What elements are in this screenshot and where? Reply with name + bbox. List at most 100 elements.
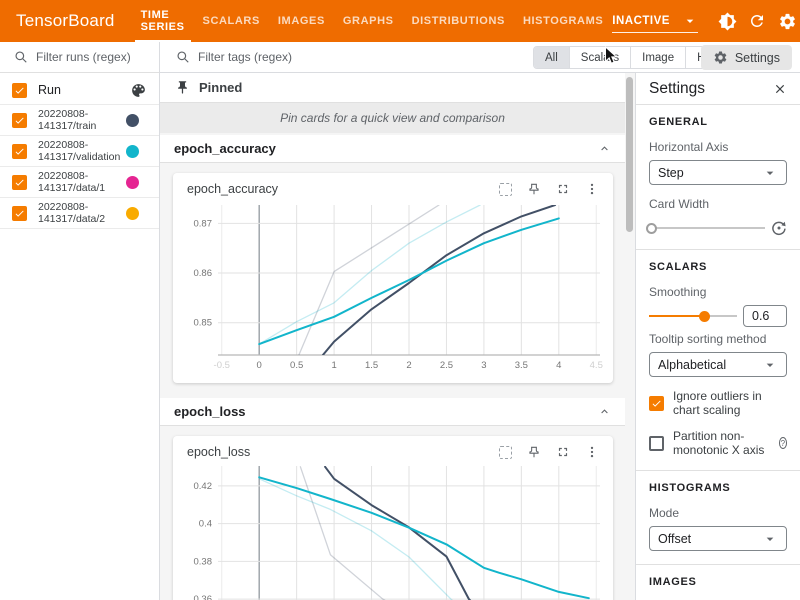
card-width-slider[interactable]	[649, 220, 765, 236]
search-icon	[14, 50, 28, 64]
ignore-outliers-row: Ignore outliers in chart scaling	[649, 389, 787, 417]
slider-knob[interactable]	[699, 311, 710, 322]
scalars-heading: SCALARS	[649, 261, 787, 273]
section-epoch-loss[interactable]: epoch_loss	[160, 398, 625, 426]
divider	[636, 470, 800, 471]
smoothing-value-input[interactable]: 0.6	[743, 305, 787, 327]
card-actions	[499, 445, 599, 459]
tab-distributions[interactable]: DISTRIBUTIONS	[403, 0, 514, 42]
fullscreen-icon	[556, 445, 570, 459]
filter-scalars-button[interactable]: Scalars	[569, 47, 630, 68]
tab-time-series[interactable]: TIME SERIES	[132, 0, 194, 42]
tab-images[interactable]: IMAGES	[269, 0, 334, 42]
palette-icon[interactable]	[130, 82, 147, 99]
main-content: Pinned Pin cards for a quick view and co…	[160, 73, 635, 600]
run-name: 20220808-141317/data/1	[38, 170, 126, 195]
top-bar: TensorBoard TIME SERIES SCALARS IMAGES G…	[0, 0, 800, 42]
tab-histograms[interactable]: HISTOGRAMS	[514, 0, 612, 42]
chevron-down-icon	[682, 13, 698, 29]
run-color-dot	[126, 114, 139, 127]
pinned-section-header: Pinned	[160, 73, 625, 103]
settings-panel-header: Settings	[649, 73, 787, 104]
svg-text:0: 0	[257, 360, 262, 371]
smoothing-slider-row: 0.6	[649, 308, 787, 324]
run-status-dropdown[interactable]: INACTIVE	[612, 9, 698, 33]
pin-card-button[interactable]	[527, 182, 541, 196]
pin-icon	[527, 445, 541, 459]
filter-tags-input[interactable]: Filter tags (regex)	[160, 50, 292, 64]
kebab-menu-icon	[585, 182, 599, 196]
settings-panel-title: Settings	[649, 80, 705, 98]
refresh-icon	[748, 12, 766, 30]
filter-runs-placeholder: Filter runs (regex)	[36, 50, 131, 64]
svg-text:0.85: 0.85	[194, 318, 213, 329]
reset-icon[interactable]	[771, 220, 787, 236]
divider	[636, 249, 800, 250]
smoothing-label: Smoothing	[649, 285, 787, 299]
theme-toggle-button[interactable]	[712, 6, 742, 36]
horizontal-axis-select[interactable]: Step	[649, 160, 787, 185]
run-checkbox[interactable]	[12, 175, 27, 190]
svg-text:0.42: 0.42	[194, 481, 213, 492]
fullscreen-button[interactable]	[556, 445, 570, 459]
close-icon[interactable]	[773, 82, 787, 96]
partition-x-axis-label: Partition non-monotonic X axis?	[673, 429, 787, 457]
settings-button[interactable]: Settings	[701, 45, 792, 70]
fullscreen-button[interactable]	[556, 182, 570, 196]
epoch-accuracy-chart[interactable]: -0.54.500.511.522.533.540.850.860.87	[181, 199, 605, 371]
filter-runs-input[interactable]: Filter runs (regex)	[0, 42, 159, 73]
check-icon	[14, 146, 25, 157]
divider	[636, 564, 800, 565]
fit-to-data-button[interactable]	[499, 183, 512, 196]
tab-graphs[interactable]: GRAPHS	[334, 0, 403, 42]
smoothing-slider[interactable]	[649, 308, 737, 324]
slider-knob[interactable]	[646, 223, 657, 234]
svg-text:3.5: 3.5	[515, 360, 528, 371]
run-checkbox[interactable]	[12, 144, 27, 159]
check-icon	[14, 115, 25, 126]
svg-text:0.38: 0.38	[194, 556, 213, 567]
ignore-outliers-checkbox[interactable]	[649, 396, 664, 411]
run-checkbox[interactable]	[12, 113, 27, 128]
pin-card-button[interactable]	[527, 445, 541, 459]
more-options-button[interactable]	[585, 182, 599, 196]
run-checkbox[interactable]	[12, 206, 27, 221]
pinned-title: Pinned	[199, 80, 242, 95]
svg-text:-0.5: -0.5	[214, 360, 230, 371]
chevron-down-icon	[762, 165, 778, 181]
chevron-up-icon[interactable]	[598, 405, 611, 418]
general-heading: GENERAL	[649, 116, 787, 128]
run-name: 20220808-141317/validation	[38, 139, 126, 164]
section-epoch-accuracy[interactable]: epoch_accuracy	[160, 135, 625, 163]
run-row-data-1[interactable]: 20220808-141317/data/1	[0, 167, 159, 198]
global-settings-button[interactable]	[772, 6, 800, 36]
filter-all-button[interactable]: All	[534, 47, 569, 68]
vertical-scrollbar[interactable]	[626, 77, 633, 232]
check-icon	[651, 398, 662, 409]
filter-image-button[interactable]: Image	[630, 47, 685, 68]
tab-scalars[interactable]: SCALARS	[194, 0, 269, 42]
epoch-loss-chart[interactable]: -0.54.500.511.522.533.540.420.40.380.36	[181, 462, 605, 600]
svg-text:4.5: 4.5	[590, 360, 603, 371]
pin-icon	[527, 182, 541, 196]
check-icon	[14, 85, 25, 96]
partition-x-axis-checkbox[interactable]	[649, 436, 664, 451]
tooltip-sort-select[interactable]: Alphabetical	[649, 352, 787, 377]
histogram-mode-select[interactable]: Offset	[649, 526, 787, 551]
run-row-train[interactable]: 20220808-141317/train	[0, 105, 159, 136]
select-all-runs-checkbox[interactable]	[12, 83, 27, 98]
help-icon[interactable]: ?	[779, 437, 787, 449]
run-row-data-2[interactable]: 20220808-141317/data/2	[0, 198, 159, 229]
svg-text:1: 1	[331, 360, 336, 371]
tooltip-sort-label: Tooltip sorting method	[649, 332, 787, 346]
more-options-button[interactable]	[585, 445, 599, 459]
reload-button[interactable]	[742, 6, 772, 36]
pin-icon	[175, 80, 190, 95]
card-title: epoch_accuracy	[187, 182, 499, 196]
fit-to-data-button[interactable]	[499, 446, 512, 459]
pinned-empty-message: Pin cards for a quick view and compariso…	[280, 111, 505, 125]
run-row-validation[interactable]: 20220808-141317/validation	[0, 136, 159, 167]
svg-text:2.5: 2.5	[440, 360, 453, 371]
card-width-slider-row	[649, 220, 787, 236]
chevron-up-icon[interactable]	[598, 142, 611, 155]
